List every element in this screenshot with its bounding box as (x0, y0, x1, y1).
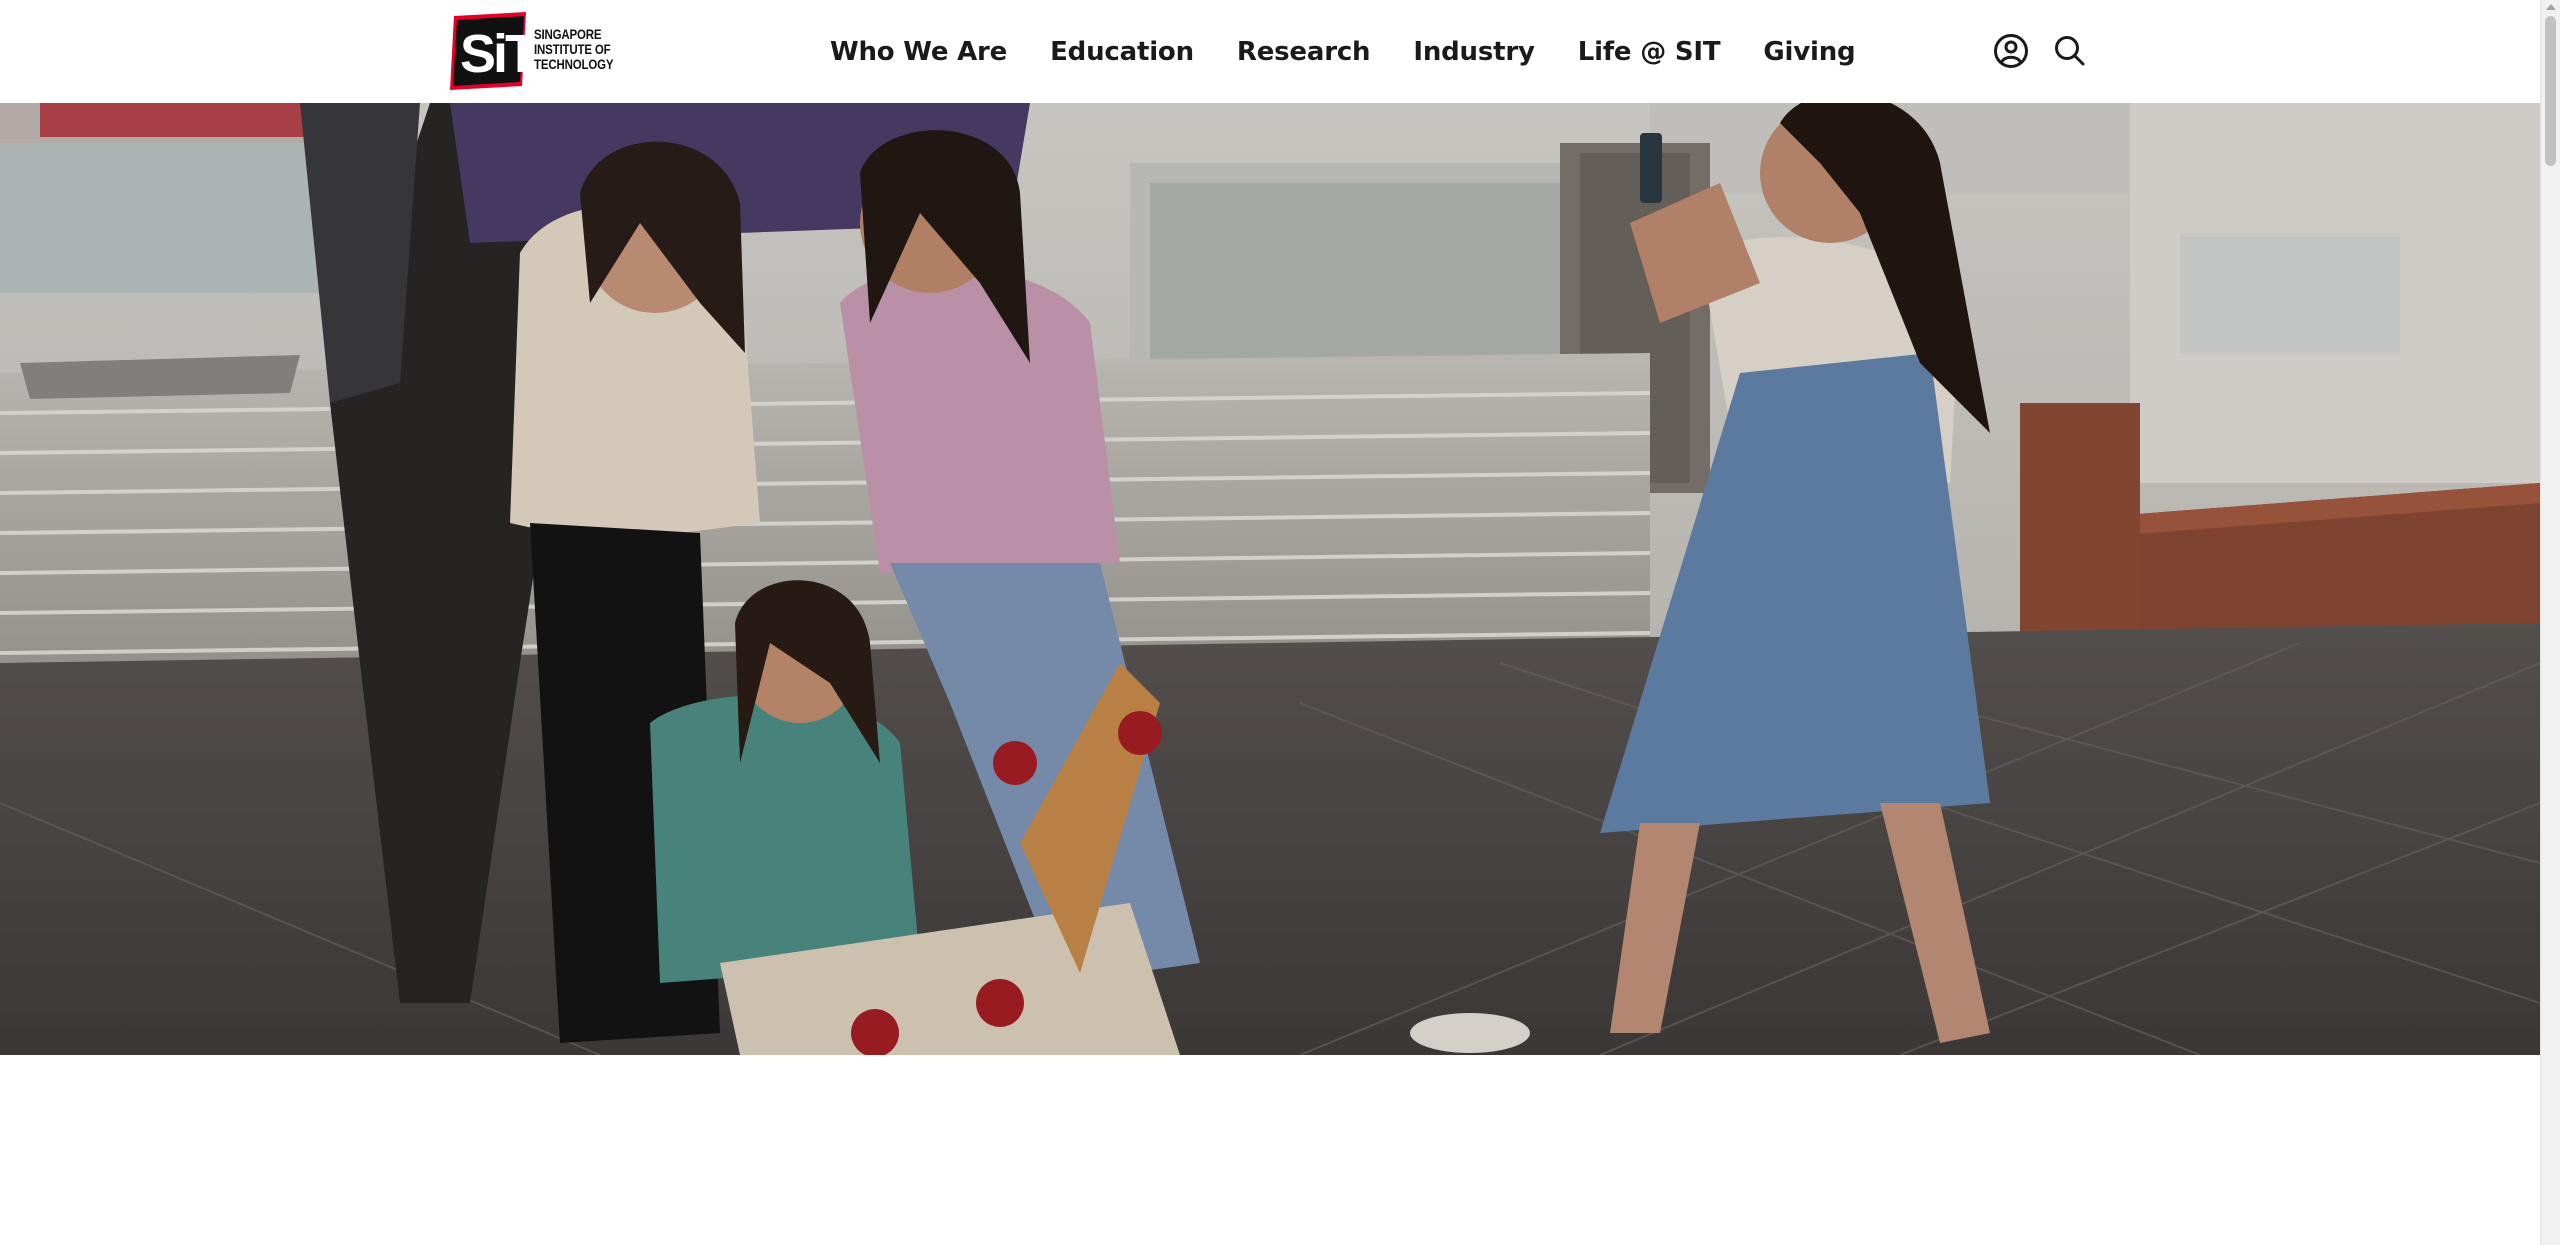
page: SiT SINGAPORE INSTITUTE OF TECHNOLOGY Wh… (0, 0, 2560, 1245)
main-nav: Who We Are Education Research Industry L… (830, 30, 1856, 74)
sit-logo[interactable]: SiT SINGAPORE INSTITUTE OF TECHNOLOGY (448, 12, 628, 92)
logo-line-3: TECHNOLOGY (534, 56, 614, 72)
site-header: SiT SINGAPORE INSTITUTE OF TECHNOLOGY Wh… (0, 0, 2540, 103)
nav-education[interactable]: Education (1050, 37, 1194, 67)
nav-industry[interactable]: Industry (1413, 37, 1535, 67)
scroll-thumb[interactable] (2545, 16, 2556, 166)
sit-logo-mark: SiT (450, 12, 528, 90)
sit-logo-wordmark: SINGAPORE INSTITUTE OF TECHNOLOGY (534, 26, 614, 72)
search-icon[interactable] (2052, 33, 2088, 69)
svg-text:SiT: SiT (460, 24, 528, 84)
nav-life-at-sit[interactable]: Life @ SIT (1578, 37, 1721, 67)
scroll-up-arrow-icon[interactable] (2546, 4, 2556, 10)
hero-banner (0, 103, 2540, 1055)
page-scrollbar[interactable] (2540, 0, 2560, 1245)
hero-overlay (0, 103, 2540, 1055)
nav-who-we-are[interactable]: Who We Are (830, 37, 1007, 67)
account-icon[interactable] (1993, 33, 2029, 69)
logo-line-1: SINGAPORE (534, 26, 602, 42)
logo-line-2: INSTITUTE OF (534, 41, 611, 57)
nav-giving[interactable]: Giving (1763, 37, 1855, 67)
nav-research[interactable]: Research (1237, 37, 1371, 67)
